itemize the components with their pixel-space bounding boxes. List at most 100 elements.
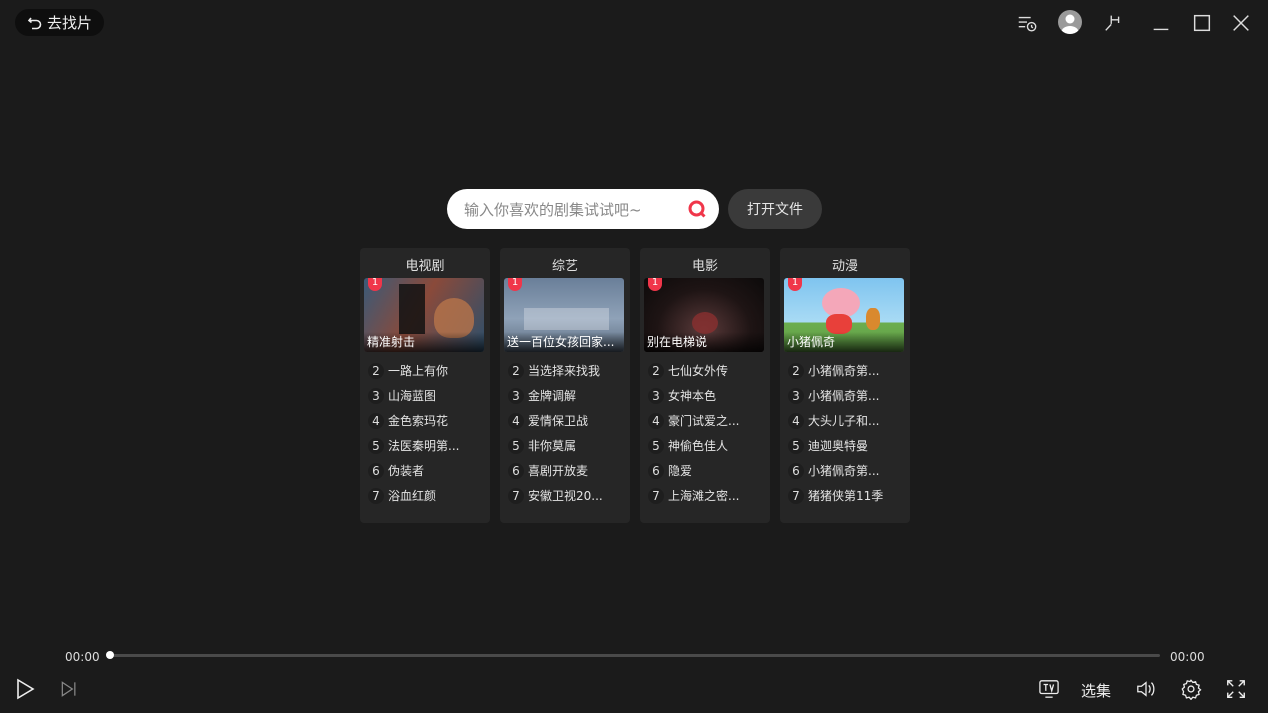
item-title: 爱情保卫战: [528, 414, 589, 428]
rank-number: 4: [508, 412, 524, 429]
item-title: 女神本色: [668, 389, 717, 403]
list-item[interactable]: 6 喜剧开放麦: [508, 458, 628, 483]
list-item[interactable]: 5 迪迦奥特曼: [788, 433, 908, 458]
list-item[interactable]: 4 大头儿子和...: [788, 408, 908, 433]
poster-title-block: [524, 308, 609, 330]
rank-number: 2: [508, 362, 524, 379]
item-title: 一路上有你: [388, 364, 449, 378]
top-thumbnail[interactable]: 1 小猪佩奇: [784, 278, 904, 352]
poster-figure: [692, 312, 718, 334]
rank-list: 2 一路上有你 3 山海蓝图 4 金色索玛花 5 法医秦明第... 6 伪装者 7 浴血红颜: [368, 358, 488, 508]
item-title: 迪迦奥特曼: [808, 439, 869, 453]
volume-icon: [1137, 681, 1155, 697]
rank-list: 2 当选择来找我 3 金牌调解 4 爱情保卫战 5 非你莫属 6 喜剧开放麦 7 安徽卫视2…: [508, 358, 628, 508]
select-episode-button[interactable]: 选集: [1081, 680, 1111, 701]
list-item[interactable]: 5 法医秦明第...: [368, 433, 488, 458]
top-thumbnail[interactable]: 1 精准射击: [364, 278, 484, 352]
category-card-tv: 电视剧 1 精准射击 2 一路上有你 3 山海蓝图 4 金色索玛花 5 法医秦明第...…: [360, 248, 490, 523]
avatar-icon: [1061, 14, 1079, 34]
category-title: 电影: [691, 259, 718, 274]
progress-bar[interactable]: [110, 654, 1160, 657]
item-title: 浴血红颜: [388, 489, 437, 503]
playlist-history-icon[interactable]: [1015, 11, 1039, 35]
fullscreen-button[interactable]: [1224, 677, 1248, 701]
rank-number: 6: [648, 462, 664, 479]
tv-cast-button[interactable]: [1037, 678, 1061, 700]
next-icon: [61, 681, 76, 697]
tv-icon: [1039, 680, 1059, 698]
thumbnail-caption: 送一百位女孩回家...: [504, 332, 624, 352]
list-item[interactable]: 6 小猪佩奇第...: [788, 458, 908, 483]
search-icon[interactable]: [687, 199, 707, 219]
avatar[interactable]: [1058, 10, 1082, 34]
category-title: 综艺: [551, 259, 578, 274]
rank-number: 6: [788, 462, 804, 479]
pin-icon[interactable]: [1102, 11, 1126, 35]
top-thumbnail[interactable]: 1 送一百位女孩回家...: [504, 278, 624, 352]
rank-number: 4: [648, 412, 664, 429]
minimize-icon[interactable]: [1149, 11, 1173, 35]
list-item[interactable]: 5 神偷色佳人: [648, 433, 768, 458]
back-find-video-button[interactable]: 去找片: [15, 9, 104, 36]
list-item[interactable]: 2 一路上有你: [368, 358, 488, 383]
rank-list: 2 七仙女外传 3 女神本色 4 豪门试爱之... 5 神偷色佳人 6 隐爱 7 上海滩之密…: [648, 358, 768, 508]
close-icon[interactable]: [1229, 11, 1253, 35]
item-title: 金牌调解: [528, 389, 577, 403]
item-title: 山海蓝图: [388, 389, 437, 403]
list-item[interactable]: 3 女神本色: [648, 383, 768, 408]
current-time: 00:00: [65, 650, 100, 664]
item-title: 隐爱: [668, 464, 693, 478]
list-item[interactable]: 7 浴血红颜: [368, 483, 488, 508]
list-item[interactable]: 3 小猪佩奇第...: [788, 383, 908, 408]
list-item[interactable]: 7 安徽卫视20...: [508, 483, 628, 508]
list-item[interactable]: 2 小猪佩奇第...: [788, 358, 908, 383]
list-item[interactable]: 2 当选择来找我: [508, 358, 628, 383]
category-card-anime: 动漫 1 小猪佩奇 2 小猪佩奇第... 3 小猪佩奇第... 4 大头儿子和... …: [780, 248, 910, 523]
item-title: 上海滩之密...: [668, 489, 740, 503]
open-file-button[interactable]: 打开文件: [728, 189, 822, 229]
list-item[interactable]: 4 金色索玛花: [368, 408, 488, 433]
poster-figure: [826, 314, 852, 334]
rank-badge: 1: [648, 278, 662, 291]
search-box: [447, 189, 719, 231]
fullscreen-icon: [1227, 680, 1245, 698]
category-card-movie: 电影 1 别在电梯说 2 七仙女外传 3 女神本色 4 豪门试爱之... 5 神偷色佳人…: [640, 248, 770, 523]
volume-button[interactable]: [1134, 678, 1158, 700]
rank-number: 5: [788, 437, 804, 454]
category-title: 电视剧: [405, 259, 445, 274]
rank-number: 4: [368, 412, 384, 429]
rank-number: 5: [368, 437, 384, 454]
list-item[interactable]: 3 金牌调解: [508, 383, 628, 408]
list-item[interactable]: 7 上海滩之密...: [648, 483, 768, 508]
item-title: 大头儿子和...: [808, 414, 880, 428]
thumbnail-caption: 别在电梯说: [644, 332, 764, 352]
rank-number: 7: [368, 487, 384, 504]
item-title: 小猪佩奇第...: [808, 364, 880, 378]
play-button[interactable]: [12, 676, 38, 702]
list-item[interactable]: 4 豪门试爱之...: [648, 408, 768, 433]
rank-badge: 1: [788, 278, 802, 291]
rank-badge: 1: [368, 278, 382, 291]
title-bar: 去找片: [0, 0, 1268, 46]
item-title: 七仙女外传: [668, 364, 729, 378]
poster-figure: [866, 308, 880, 330]
item-title: 安徽卫视20...: [528, 489, 603, 503]
rank-number: 4: [788, 412, 804, 429]
list-item[interactable]: 6 隐爱: [648, 458, 768, 483]
settings-button[interactable]: [1179, 677, 1203, 701]
list-item[interactable]: 5 非你莫属: [508, 433, 628, 458]
rank-number: 3: [648, 387, 664, 404]
progress-handle[interactable]: [106, 651, 114, 659]
thumbnail-caption: 精准射击: [364, 332, 484, 352]
list-item[interactable]: 3 山海蓝图: [368, 383, 488, 408]
list-item[interactable]: 2 七仙女外传: [648, 358, 768, 383]
list-item[interactable]: 7 猪猪侠第11季: [788, 483, 908, 508]
maximize-icon[interactable]: [1190, 11, 1214, 35]
list-item[interactable]: 4 爱情保卫战: [508, 408, 628, 433]
next-button[interactable]: [58, 678, 80, 700]
list-item[interactable]: 6 伪装者: [368, 458, 488, 483]
top-thumbnail[interactable]: 1 别在电梯说: [644, 278, 764, 352]
rank-badge: 1: [508, 278, 522, 291]
search-input[interactable]: [462, 189, 686, 231]
play-icon: [17, 678, 35, 700]
